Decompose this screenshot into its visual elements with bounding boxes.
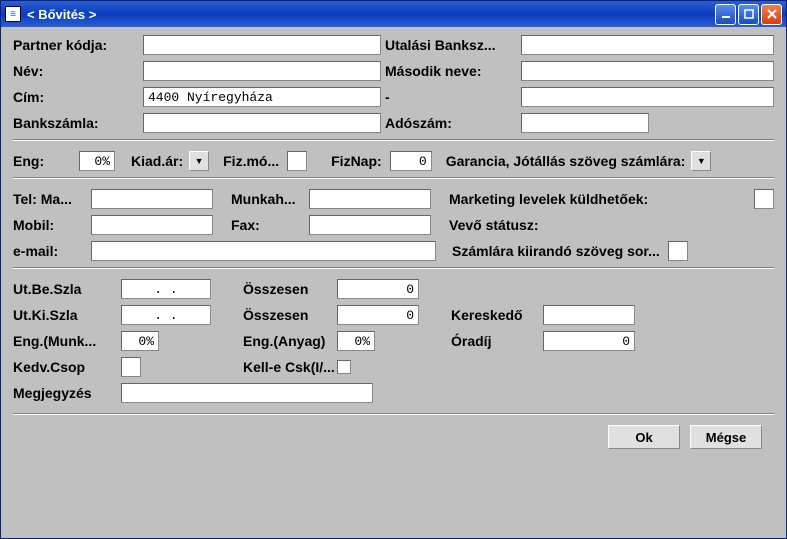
- ut-ki-input[interactable]: . .: [121, 305, 211, 325]
- cancel-button[interactable]: Mégse: [690, 425, 762, 449]
- title-bar: ≡ < Bővités >: [1, 1, 786, 27]
- label-szamlara: Számlára kiirandó szöveg sor...: [452, 243, 660, 259]
- label-cim: Cím:: [13, 89, 143, 105]
- email-input[interactable]: [91, 241, 436, 261]
- label-ut-be: Ut.Be.Szla: [13, 281, 121, 297]
- app-window: ≡ < Bővités > Partner kódja: Utalási Ban…: [0, 0, 787, 539]
- ok-button[interactable]: Ok: [608, 425, 680, 449]
- eng-anyag-input[interactable]: 0%: [337, 331, 375, 351]
- label-mobil: Mobil:: [13, 217, 91, 233]
- szamlara-input[interactable]: [668, 241, 688, 261]
- cim-input[interactable]: 4400 Nyíregyháza: [143, 87, 381, 107]
- label-kiad-ar: Kiad.ár:: [131, 153, 183, 169]
- label-marketing: Marketing levelek küldhetőek:: [449, 191, 648, 207]
- mobil-input[interactable]: [91, 215, 213, 235]
- label-osszesen-2: Összesen: [243, 307, 337, 323]
- maximize-button[interactable]: [738, 4, 759, 25]
- nev-input[interactable]: [143, 61, 381, 81]
- label-kereskedo: Kereskedő: [451, 307, 543, 323]
- fiz-mo-input[interactable]: [287, 151, 307, 171]
- label-kelle-csk: Kell-e Csk(I/...: [243, 359, 335, 375]
- divider-4: [13, 413, 774, 415]
- label-ut-ki: Ut.Ki.Szla: [13, 307, 121, 323]
- kiad-ar-dropdown[interactable]: ▼: [189, 151, 209, 171]
- fiznap-input[interactable]: 0: [390, 151, 432, 171]
- app-icon: ≡: [5, 6, 21, 22]
- minimize-button[interactable]: [715, 4, 736, 25]
- eng-input[interactable]: 0%: [79, 151, 115, 171]
- label-osszesen-1: Összesen: [243, 281, 337, 297]
- label-partner-kod: Partner kódja:: [13, 37, 143, 53]
- kelle-csk-checkbox[interactable]: [337, 360, 351, 374]
- label-dash: -: [385, 89, 521, 105]
- close-button[interactable]: [761, 4, 782, 25]
- tel-ma-input[interactable]: [91, 189, 213, 209]
- label-eng-anyag: Eng.(Anyag): [243, 333, 337, 349]
- label-fiznap: FizNap:: [331, 153, 382, 169]
- label-kedv-csop: Kedv.Csop: [13, 359, 121, 375]
- adoszam-input[interactable]: [521, 113, 649, 133]
- maximize-icon: [744, 9, 754, 19]
- garancia-dropdown[interactable]: ▼: [691, 151, 711, 171]
- fax-input[interactable]: [309, 215, 431, 235]
- ut-be-input[interactable]: . .: [121, 279, 211, 299]
- label-munkah: Munkah...: [231, 191, 309, 207]
- label-bankszamla: Bankszámla:: [13, 115, 143, 131]
- divider-1: [13, 139, 774, 141]
- label-nev: Név:: [13, 63, 143, 79]
- cim2-input[interactable]: [521, 87, 774, 107]
- label-masodik-neve: Második neve:: [385, 63, 521, 79]
- form-content: Partner kódja: Utalási Banksz... Név: Má…: [1, 27, 786, 538]
- osszesen-1-input[interactable]: 0: [337, 279, 419, 299]
- kereskedo-input[interactable]: [543, 305, 635, 325]
- masodik-neve-input[interactable]: [521, 61, 774, 81]
- munkah-input[interactable]: [309, 189, 431, 209]
- partner-kod-input[interactable]: [143, 35, 381, 55]
- label-tel-ma: Tel: Ma...: [13, 191, 91, 207]
- megjegyzes-input[interactable]: [121, 383, 373, 403]
- window-title: < Bővités >: [27, 7, 715, 22]
- label-megjegyzes: Megjegyzés: [13, 385, 121, 401]
- label-utal-bank: Utalási Banksz...: [385, 37, 521, 53]
- minimize-icon: [721, 9, 731, 19]
- label-fax: Fax:: [231, 217, 309, 233]
- osszesen-2-input[interactable]: 0: [337, 305, 419, 325]
- label-garancia: Garancia, Jótállás szöveg számlára:: [446, 153, 686, 169]
- label-oradij: Óradíj: [451, 333, 543, 349]
- divider-3: [13, 267, 774, 269]
- label-vevo-statusz: Vevő státusz:: [449, 217, 538, 233]
- divider-2: [13, 177, 774, 179]
- eng-munk-input[interactable]: 0%: [121, 331, 159, 351]
- label-eng: Eng:: [13, 153, 61, 169]
- bankszamla-input[interactable]: [143, 113, 381, 133]
- label-email: e-mail:: [13, 243, 91, 259]
- label-eng-munk: Eng.(Munk...: [13, 333, 121, 349]
- footer: Ok Mégse: [13, 421, 774, 455]
- kedv-csop-input[interactable]: [121, 357, 141, 377]
- label-fiz-mo: Fiz.mó...: [223, 153, 279, 169]
- oradij-input[interactable]: 0: [543, 331, 635, 351]
- label-adoszam: Adószám:: [385, 115, 521, 131]
- utal-bank-input[interactable]: [521, 35, 774, 55]
- close-icon: [767, 9, 777, 19]
- marketing-input[interactable]: [754, 189, 774, 209]
